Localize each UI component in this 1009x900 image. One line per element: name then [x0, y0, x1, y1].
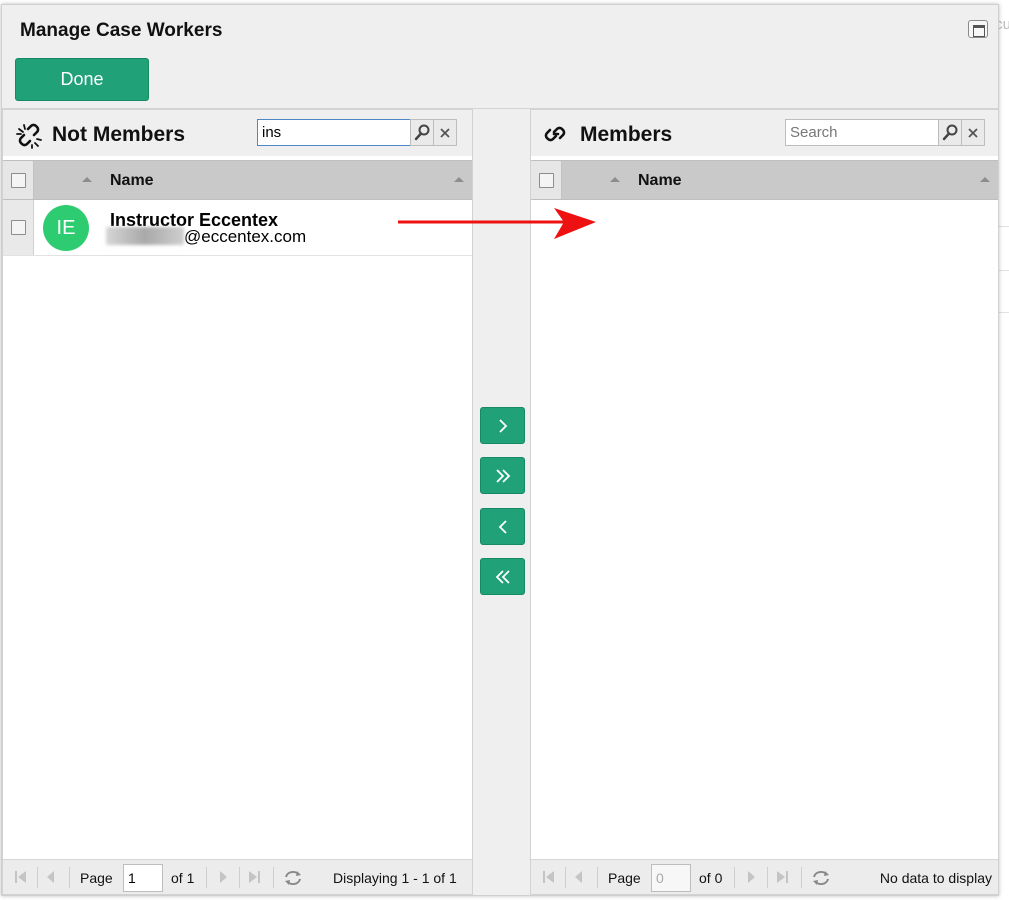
next-page-icon[interactable]: [743, 869, 759, 885]
first-page-icon[interactable]: [13, 869, 29, 885]
name-column-header[interactable]: Name: [110, 172, 154, 190]
move-left-button[interactable]: [480, 508, 525, 545]
avatar: IE: [43, 205, 89, 251]
link-icon: [543, 123, 571, 149]
members-grid-header: Name: [531, 160, 998, 200]
manage-case-workers-dialog: Manage Case Workers Done Not Members ins…: [1, 4, 999, 896]
page-label: Page: [80, 870, 113, 886]
page-number-input[interactable]: [651, 864, 691, 892]
done-button[interactable]: Done: [15, 58, 149, 101]
clear-search-icon[interactable]: [433, 119, 457, 146]
sort-asc-icon[interactable]: [980, 177, 990, 182]
dialog-title: Manage Case Workers: [20, 20, 223, 41]
pager-status: No data to display: [879, 870, 992, 886]
chevron-right-icon: [499, 419, 508, 433]
select-all-checkbox[interactable]: [539, 173, 554, 188]
unlink-icon: [15, 123, 43, 149]
refresh-icon[interactable]: [810, 869, 832, 885]
sort-asc-icon[interactable]: [454, 177, 464, 182]
chevron-left-icon: [498, 520, 507, 534]
not-members-header: Not Members: [3, 110, 472, 156]
last-page-icon[interactable]: [246, 869, 262, 885]
refresh-icon[interactable]: [282, 869, 304, 885]
pager-status: Displaying 1 - 1 of 1: [333, 870, 457, 886]
prev-page-icon[interactable]: [571, 869, 587, 885]
not-members-search-input[interactable]: [257, 119, 411, 146]
prev-page-icon[interactable]: [43, 869, 59, 885]
window-restore-icon[interactable]: [968, 20, 988, 38]
move-all-right-button[interactable]: [480, 457, 525, 494]
page-number-input[interactable]: [123, 864, 163, 892]
select-all-cell: [3, 161, 34, 199]
select-all-checkbox[interactable]: [11, 173, 26, 188]
clear-search-icon[interactable]: [961, 119, 985, 146]
name-column-header[interactable]: Name: [638, 172, 682, 190]
members-header: Members: [531, 110, 998, 156]
select-all-cell: [531, 161, 562, 199]
member-email: @eccentex.com: [106, 227, 306, 247]
move-all-left-button[interactable]: [480, 558, 525, 595]
search-icon[interactable]: [410, 119, 434, 146]
double-chevron-right-icon: [496, 469, 511, 483]
sort-asc-icon[interactable]: [610, 177, 620, 182]
annotation-arrow-icon: [398, 208, 596, 239]
not-members-title: Not Members: [52, 123, 186, 146]
page-count: of 1: [171, 870, 195, 886]
members-panel: Members Name Page of 0: [530, 109, 999, 895]
redacted-email-user: [106, 227, 184, 245]
row-checkbox[interactable]: [11, 220, 26, 235]
page-count: of 0: [699, 870, 723, 886]
members-title: Members: [580, 123, 673, 146]
move-right-button[interactable]: [480, 407, 525, 444]
not-members-pager: Page of 1 Displaying 1 - 1 of 1: [3, 859, 472, 894]
sort-asc-icon[interactable]: [82, 177, 92, 182]
next-page-icon[interactable]: [215, 869, 231, 885]
page-label: Page: [608, 870, 641, 886]
search-icon[interactable]: [938, 119, 962, 146]
double-chevron-left-icon: [495, 570, 510, 584]
members-pager: Page of 0 No data to display: [531, 859, 998, 894]
first-page-icon[interactable]: [541, 869, 557, 885]
members-search-input[interactable]: [785, 119, 939, 146]
row-checkbox-cell: [3, 200, 34, 255]
email-domain: @eccentex.com: [184, 227, 307, 246]
not-members-grid-header: Name: [3, 160, 472, 200]
last-page-icon[interactable]: [774, 869, 790, 885]
